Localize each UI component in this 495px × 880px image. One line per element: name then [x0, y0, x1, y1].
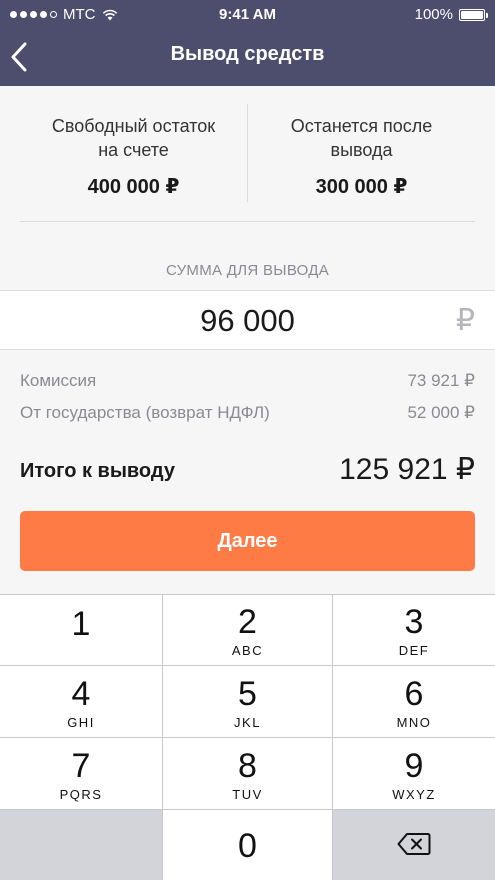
- key-4-digit: 4: [71, 675, 91, 713]
- amount-input[interactable]: 96 000 ₽: [0, 290, 495, 350]
- available-balance: Свободный остаток на счете 400 000 ₽: [20, 86, 247, 222]
- key-7-letters: PQRS: [59, 787, 103, 802]
- page-title: Вывод средств: [170, 43, 325, 65]
- available-balance-label: Свободный остаток на счете: [51, 116, 216, 160]
- key-6[interactable]: 6 MNO: [333, 666, 495, 737]
- status-bar: МТС 9:41 AM 100%: [0, 0, 495, 28]
- key-6-letters: MNO: [396, 715, 432, 730]
- key-0-digit: 0: [238, 827, 257, 865]
- tax-refund-label: От государства (возврат НДФЛ): [20, 403, 270, 422]
- key-4[interactable]: 4 GHI: [0, 666, 162, 737]
- header: МТС 9:41 AM 100% Вывод средств: [0, 0, 495, 86]
- remaining-balance-label: Останется после вывода: [290, 116, 433, 160]
- backspace-icon: [397, 833, 431, 855]
- keypad-divider: [0, 809, 495, 810]
- commission-value: 73 921 ₽: [407, 371, 475, 390]
- remaining-balance-value: 300 000 ₽: [315, 176, 408, 198]
- key-3-letters: DEF: [398, 643, 430, 658]
- key-2-letters: ABC: [231, 643, 264, 658]
- balance-summary: Свободный остаток на счете 400 000 ₽ Ост…: [20, 86, 475, 222]
- key-8[interactable]: 8 TUV: [163, 738, 332, 809]
- key-5[interactable]: 5 JKL: [163, 666, 332, 737]
- next-button[interactable]: Далее: [20, 511, 475, 571]
- key-5-digit: 5: [238, 675, 257, 713]
- total-row: Итого к выводу 125 921 ₽: [20, 452, 475, 492]
- numeric-keypad: 1 2 ABC 3 DEF 4 GHI 5 JKL 6 MNO 7 PQRS 8…: [0, 594, 495, 880]
- key-1[interactable]: 1: [0, 594, 162, 665]
- key-9-digit: 9: [404, 747, 424, 785]
- key-2-digit: 2: [238, 603, 257, 641]
- remaining-balance: Останется после вывода 300 000 ₽: [248, 86, 475, 222]
- key-4-letters: GHI: [67, 715, 95, 730]
- battery-icon: [459, 8, 488, 21]
- key-8-letters: TUV: [232, 787, 263, 802]
- keypad-divider: [0, 594, 495, 595]
- keypad-divider: [332, 594, 333, 880]
- tax-refund-row: От государства (возврат НДФЛ) 52 000 ₽: [20, 403, 475, 423]
- amount-value[interactable]: 96 000: [0, 303, 495, 339]
- battery-status: 100%: [414, 6, 488, 23]
- key-5-letters: JKL: [234, 715, 261, 730]
- key-0[interactable]: 0: [163, 810, 332, 880]
- commission-row: Комиссия 73 921 ₽: [20, 371, 475, 391]
- currency-symbol: ₽: [455, 304, 475, 337]
- delete-key[interactable]: [333, 810, 495, 880]
- commission-label: Комиссия: [20, 371, 97, 390]
- key-blank: [0, 810, 162, 880]
- amount-caption: СУММА ДЛЯ ВЫВОДА: [165, 262, 330, 279]
- total-label: Итого к выводу: [20, 460, 175, 482]
- tax-refund-value: 52 000 ₽: [407, 403, 475, 422]
- key-8-digit: 8: [238, 747, 257, 785]
- key-2[interactable]: 2 ABC: [163, 594, 332, 665]
- battery-percent: 100%: [414, 6, 453, 23]
- keypad-divider: [162, 594, 163, 880]
- total-value: 125 921 ₽: [339, 453, 475, 486]
- available-balance-value: 400 000 ₽: [87, 176, 180, 198]
- key-7[interactable]: 7 PQRS: [0, 738, 162, 809]
- key-3-digit: 3: [404, 603, 424, 641]
- keypad-divider: [0, 665, 495, 666]
- key-3[interactable]: 3 DEF: [333, 594, 495, 665]
- key-1-digit: 1: [71, 605, 91, 643]
- key-7-digit: 7: [71, 747, 91, 785]
- key-9-letters: WXYZ: [392, 787, 436, 802]
- key-6-digit: 6: [404, 675, 424, 713]
- keypad-divider: [0, 737, 495, 738]
- key-9[interactable]: 9 WXYZ: [333, 738, 495, 809]
